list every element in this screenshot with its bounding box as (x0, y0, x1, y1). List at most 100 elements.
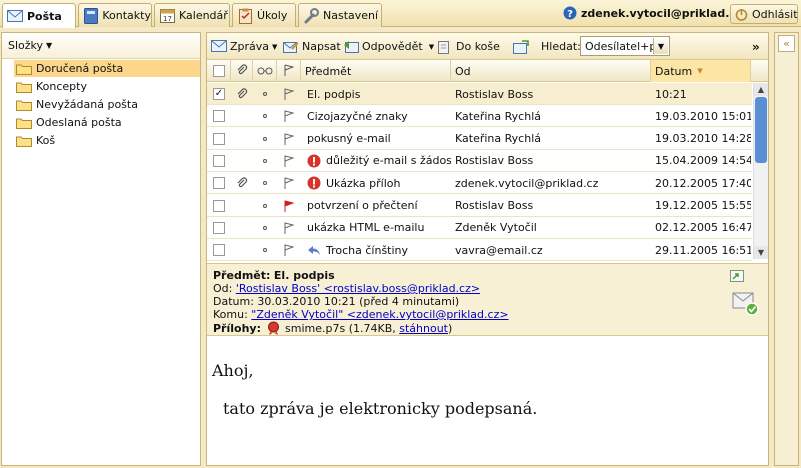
read-status-icon (263, 181, 267, 186)
row-read-status-cell[interactable] (253, 128, 277, 150)
message-row[interactable]: pokusný e-mail Kateřina Rychlá 19.03.2010 … (207, 128, 752, 150)
logout-button[interactable]: Odhlásit (730, 4, 798, 24)
row-read-status-cell[interactable] (253, 172, 277, 194)
row-checkbox[interactable] (213, 177, 225, 190)
from-label: Od: (213, 282, 233, 295)
row-checkbox-cell[interactable]: ✓ (207, 83, 231, 105)
column-flag[interactable] (277, 60, 301, 82)
row-flag-cell[interactable] (277, 195, 301, 217)
folder-junk[interactable]: Nevyžádaná pošta (14, 96, 200, 113)
paperclip-icon (236, 177, 248, 189)
row-read-status-cell[interactable] (253, 217, 277, 239)
download-attachment-link[interactable]: stáhnout (399, 322, 448, 335)
row-from-text: Rostislav Boss (455, 87, 534, 101)
search-scope-select[interactable]: Odesílatel+př ▼ (580, 36, 670, 56)
toolbar-overflow-icon[interactable]: » (752, 38, 760, 55)
row-checkbox[interactable] (213, 244, 225, 257)
row-checkbox[interactable] (213, 154, 225, 167)
preview-to-link[interactable]: "Zdeněk Vytočil" <zdenek.vytocil@priklad… (251, 308, 508, 321)
tab-kontakty[interactable]: Kontakty (78, 3, 152, 27)
scrollbar-thumb[interactable] (755, 97, 767, 163)
select-all-checkbox-cell[interactable] (207, 60, 231, 82)
row-read-status-cell[interactable] (253, 239, 277, 261)
select-all-checkbox[interactable] (212, 65, 225, 77)
open-in-window-icon[interactable] (730, 270, 744, 285)
row-checkbox-cell[interactable] (207, 128, 231, 150)
check-mail-button[interactable] (513, 38, 532, 55)
tab-kalendar[interactable]: 17 Kalendář (154, 3, 230, 27)
flag-icon (284, 244, 294, 257)
expand-panel-icon[interactable]: « (778, 35, 795, 52)
row-flag-cell[interactable] (277, 150, 301, 172)
row-checkbox[interactable]: ✓ (213, 88, 225, 100)
row-date-text: 19.03.2010 14:28 (655, 132, 751, 146)
column-read-status[interactable] (253, 60, 277, 82)
row-checkbox-cell[interactable] (207, 217, 231, 239)
row-read-status-cell[interactable] (253, 83, 277, 105)
row-flag-cell[interactable] (277, 83, 301, 105)
row-flag-cell[interactable] (277, 239, 301, 261)
folder-drafts[interactable]: Koncepty (14, 78, 200, 95)
row-flag-cell[interactable] (277, 105, 301, 127)
envelope-icon (7, 8, 23, 24)
row-read-status-cell[interactable] (253, 195, 277, 217)
row-subject-text: Trocha čínštiny (326, 243, 409, 257)
row-flag-cell[interactable] (277, 128, 301, 150)
row-checkbox-cell[interactable] (207, 195, 231, 217)
delete-button[interactable]: Do koše (437, 38, 500, 55)
row-checkbox-cell[interactable] (207, 172, 231, 194)
message-menu-button[interactable]: Zpráva ▼ (211, 38, 277, 55)
message-row[interactable]: Trocha čínštiny vavra@email.cz 29.11.2005 … (207, 239, 752, 262)
column-from-label: Od (455, 64, 471, 78)
caret-down-icon: ▼ (272, 42, 278, 51)
tab-posta[interactable]: Pošta (2, 3, 76, 28)
replied-icon (307, 244, 321, 256)
row-read-status-cell[interactable] (253, 105, 277, 127)
column-attachment[interactable] (231, 60, 253, 82)
paperclip-icon (236, 88, 248, 100)
flag-icon (284, 64, 295, 79)
verified-signature-icon[interactable] (732, 290, 760, 319)
scroll-up-icon[interactable]: ▲ (754, 83, 768, 96)
message-row[interactable]: Cizojazyčné znaky Kateřina Rychlá 19.03.20… (207, 105, 752, 128)
row-subject: Cizojazyčné znaky (307, 105, 451, 127)
message-row[interactable]: důležitý e-mail s žádostí o Rostislav Bos… (207, 150, 752, 172)
row-read-status-cell[interactable] (253, 150, 277, 172)
row-checkbox[interactable] (213, 221, 225, 234)
reply-button[interactable]: Odpovědět ▼ (343, 38, 434, 55)
calendar-icon: 17 (159, 8, 175, 24)
svg-text:17: 17 (163, 15, 172, 23)
column-from[interactable]: Od (451, 60, 651, 82)
message-body: Ahoj, tato zpráva je elektronicky podeps… (207, 337, 768, 465)
read-status-icon (263, 114, 267, 119)
row-checkbox-cell[interactable] (207, 150, 231, 172)
tab-nastaveni[interactable]: Nastavení (298, 3, 382, 27)
attachment-name: smime.p7s (1.74KB, (285, 322, 396, 335)
message-row[interactable]: ukázka HTML e-mailu Zdeněk Vytočil 02.12.2… (207, 217, 752, 239)
column-subject[interactable]: Předmět (301, 60, 451, 82)
row-flag-cell[interactable] (277, 217, 301, 239)
row-flag-cell[interactable] (277, 172, 301, 194)
folder-trash[interactable]: Koš (14, 132, 200, 149)
preview-subject: El. podpis (273, 269, 335, 282)
folders-dropdown[interactable]: Složky ▼ (2, 33, 200, 59)
message-row[interactable]: potvrzení o přečtení Rostislav Boss 19.12.… (207, 195, 752, 217)
tab-ukoly[interactable]: Úkoly (232, 3, 296, 27)
message-row[interactable]: Ukázka příloh zdenek.vytocil@priklad.cz 20… (207, 172, 752, 195)
compose-button[interactable]: Napsat (283, 38, 341, 55)
preview-from-link[interactable]: 'Rostislav Boss' <rostislav.boss@priklad… (236, 282, 480, 295)
row-checkbox[interactable] (213, 199, 225, 212)
flag-icon (284, 88, 294, 100)
folder-inbox[interactable]: Doručená pošta (14, 60, 200, 77)
message-list-scrollbar[interactable]: ▲ ▼ (753, 83, 768, 259)
row-checkbox[interactable] (213, 132, 225, 145)
row-checkbox-cell[interactable] (207, 105, 231, 127)
scroll-down-icon[interactable]: ▼ (754, 246, 768, 259)
folder-panel: Složky ▼ Doručená pošta Koncepty Nevyžád… (1, 32, 201, 466)
row-checkbox[interactable] (213, 110, 225, 123)
message-row[interactable]: ✓ El. podpis Rostislav Boss 10:21 (207, 83, 752, 105)
row-checkbox-cell[interactable] (207, 239, 231, 261)
folder-sent[interactable]: Odeslaná pošta (14, 114, 200, 131)
column-date[interactable]: Datum ▼ (651, 60, 751, 82)
help-icon[interactable]: ? (563, 6, 577, 23)
